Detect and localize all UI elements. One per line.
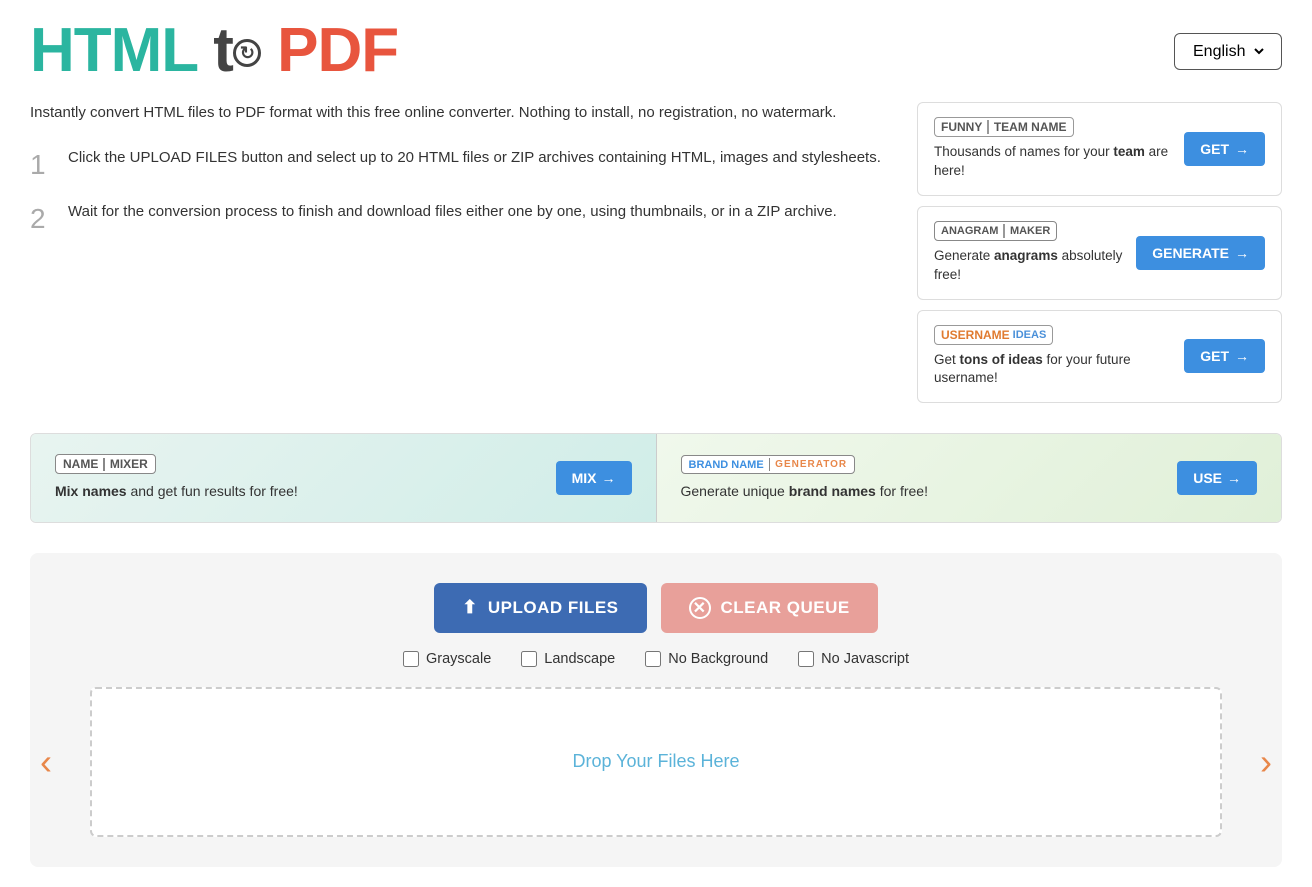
- checkbox-no-background[interactable]: No Background: [645, 651, 768, 667]
- ad-card-username: USERNAME IDEAS Get tons of ideas for you…: [917, 310, 1282, 404]
- ad-btn-anagram-label: GENERATE: [1152, 245, 1229, 261]
- banner-badge-brand-name: BRAND NAME: [689, 459, 764, 471]
- logo-pdf: PDF: [277, 16, 398, 85]
- upload-files-button[interactable]: ⬆ UPLOAD FILES: [434, 583, 646, 633]
- ad-title-username: Get tons of ideas for your future userna…: [934, 351, 1184, 389]
- clear-queue-label: CLEAR QUEUE: [721, 598, 850, 618]
- banner-brand-name-content: BRAND NAME GENERATOR Generate unique bra…: [681, 455, 1166, 502]
- banner-badge-name-mixer: NAME MIXER: [55, 454, 156, 474]
- content-left: Instantly convert HTML files to PDF form…: [30, 102, 897, 257]
- banner-sep-1: [103, 458, 105, 471]
- ad-btn-username-arrow: →: [1235, 348, 1249, 364]
- main-layout: Instantly convert HTML files to PDF form…: [30, 102, 1282, 413]
- badge-username: USERNAME: [941, 328, 1010, 342]
- ad-card-anagram-content: ANAGRAM MAKER Generate anagrams absolute…: [934, 221, 1136, 285]
- ad-btn-username[interactable]: GET →: [1184, 339, 1265, 373]
- step-2: 2 Wait for the conversion process to fin…: [30, 201, 897, 237]
- drop-zone-wrapper: ‹ Drop Your Files Here ›: [80, 687, 1232, 837]
- banner-btn-use-label: USE: [1193, 470, 1222, 486]
- ads-panel: FUNNY TEAM NAME Thousands of names for y…: [917, 102, 1282, 413]
- ad-btn-teamname[interactable]: GET →: [1184, 132, 1265, 166]
- banner-name-mixer: NAME MIXER Mix names and get fun results…: [31, 434, 657, 522]
- header: HTML t↻ PDF English French German Spanis…: [30, 20, 1282, 82]
- language-selector[interactable]: English French German Spanish: [1174, 33, 1282, 70]
- ad-bold-anagrams: anagrams: [994, 248, 1058, 263]
- banner-sep-2: [769, 458, 771, 471]
- logo-to: t↻: [213, 16, 261, 85]
- banner-badge-mixer: MIXER: [110, 457, 148, 471]
- banner-badge-brand: BRAND NAME GENERATOR: [681, 455, 856, 474]
- ad-btn-username-label: GET: [1200, 348, 1229, 364]
- grayscale-checkbox[interactable]: [403, 651, 419, 667]
- step-1-number: 1: [30, 147, 50, 183]
- step-2-number: 2: [30, 201, 50, 237]
- ad-btn-anagram-arrow: →: [1235, 245, 1249, 261]
- step-2-text: Wait for the conversion process to finis…: [68, 201, 837, 224]
- no-background-checkbox[interactable]: [645, 651, 661, 667]
- no-javascript-checkbox[interactable]: [798, 651, 814, 667]
- upload-files-label: UPLOAD FILES: [488, 598, 619, 618]
- banner-ads: NAME MIXER Mix names and get fun results…: [30, 433, 1282, 523]
- language-dropdown[interactable]: English French German Spanish: [1189, 42, 1267, 61]
- checkboxes: Grayscale Landscape No Background No Jav…: [50, 651, 1262, 667]
- clear-icon: ✕: [689, 597, 711, 619]
- ad-badge-teamname: FUNNY TEAM NAME: [934, 117, 1074, 137]
- checkbox-grayscale[interactable]: Grayscale: [403, 651, 491, 667]
- ad-card-username-content: USERNAME IDEAS Get tons of ideas for you…: [934, 325, 1184, 389]
- upload-section: ⬆ UPLOAD FILES ✕ CLEAR QUEUE Grayscale L…: [30, 553, 1282, 867]
- banner-btn-use-arrow: →: [1227, 470, 1241, 486]
- description: Instantly convert HTML files to PDF form…: [30, 102, 897, 125]
- clear-queue-button[interactable]: ✕ CLEAR QUEUE: [661, 583, 878, 633]
- grayscale-label: Grayscale: [426, 651, 491, 667]
- ad-btn-teamname-label: GET: [1200, 141, 1229, 157]
- logo: HTML t↻ PDF: [30, 20, 398, 82]
- banner-btn-mix-label: MIX: [572, 470, 597, 486]
- banner-title-mixer: Mix names and get fun results for free!: [55, 482, 544, 502]
- banner-name-mixer-content: NAME MIXER Mix names and get fun results…: [55, 454, 544, 502]
- landscape-label: Landscape: [544, 651, 615, 667]
- ad-card-teamname: FUNNY TEAM NAME Thousands of names for y…: [917, 102, 1282, 196]
- badge-sep-2: [1003, 224, 1005, 238]
- ad-btn-teamname-arrow: →: [1235, 141, 1249, 157]
- badge-funny: FUNNY: [941, 120, 982, 134]
- drop-zone[interactable]: Drop Your Files Here: [90, 687, 1222, 837]
- banner-title-brand: Generate unique brand names for free!: [681, 482, 1166, 502]
- badge-sep-1: [987, 120, 989, 134]
- ad-title-anagram: Generate anagrams absolutely free!: [934, 247, 1136, 285]
- logo-html: HTML: [30, 16, 197, 85]
- badge-teamname: TEAM NAME: [994, 120, 1067, 134]
- banner-btn-mix-arrow: →: [602, 470, 616, 486]
- checkbox-no-javascript[interactable]: No Javascript: [798, 651, 909, 667]
- ad-badge-username: USERNAME IDEAS: [934, 325, 1053, 345]
- ad-badge-anagram: ANAGRAM MAKER: [934, 221, 1057, 241]
- steps: 1 Click the UPLOAD FILES button and sele…: [30, 147, 897, 238]
- banner-badge-generator: GENERATOR: [775, 459, 847, 470]
- no-background-label: No Background: [668, 651, 768, 667]
- upload-buttons: ⬆ UPLOAD FILES ✕ CLEAR QUEUE: [50, 583, 1262, 633]
- ad-bold-tons: tons of ideas: [960, 352, 1043, 367]
- banner-bold-mix: Mix names: [55, 483, 127, 499]
- ad-title-teamname: Thousands of names for your team are her…: [934, 143, 1184, 181]
- checkbox-landscape[interactable]: Landscape: [521, 651, 615, 667]
- ad-card-anagram: ANAGRAM MAKER Generate anagrams absolute…: [917, 206, 1282, 300]
- banner-bold-brand: brand names: [789, 483, 876, 499]
- ad-bold-team: team: [1113, 144, 1145, 159]
- badge-anagram: ANAGRAM: [941, 225, 998, 237]
- landscape-checkbox[interactable]: [521, 651, 537, 667]
- ad-btn-anagram[interactable]: GENERATE →: [1136, 236, 1265, 270]
- upload-icon: ⬆: [462, 597, 478, 618]
- banner-btn-use[interactable]: USE →: [1177, 461, 1257, 495]
- badge-ideas: IDEAS: [1013, 329, 1047, 341]
- no-javascript-label: No Javascript: [821, 651, 909, 667]
- drop-zone-text: Drop Your Files Here: [572, 751, 739, 772]
- carousel-prev-button[interactable]: ‹: [30, 731, 62, 793]
- step-1: 1 Click the UPLOAD FILES button and sele…: [30, 147, 897, 183]
- ad-card-teamname-content: FUNNY TEAM NAME Thousands of names for y…: [934, 117, 1184, 181]
- carousel-next-button[interactable]: ›: [1250, 731, 1282, 793]
- step-1-text: Click the UPLOAD FILES button and select…: [68, 147, 881, 170]
- banner-btn-mix[interactable]: MIX →: [556, 461, 632, 495]
- banner-brand-name: BRAND NAME GENERATOR Generate unique bra…: [657, 434, 1282, 522]
- banner-badge-name: NAME: [63, 457, 98, 471]
- badge-maker: MAKER: [1010, 225, 1050, 237]
